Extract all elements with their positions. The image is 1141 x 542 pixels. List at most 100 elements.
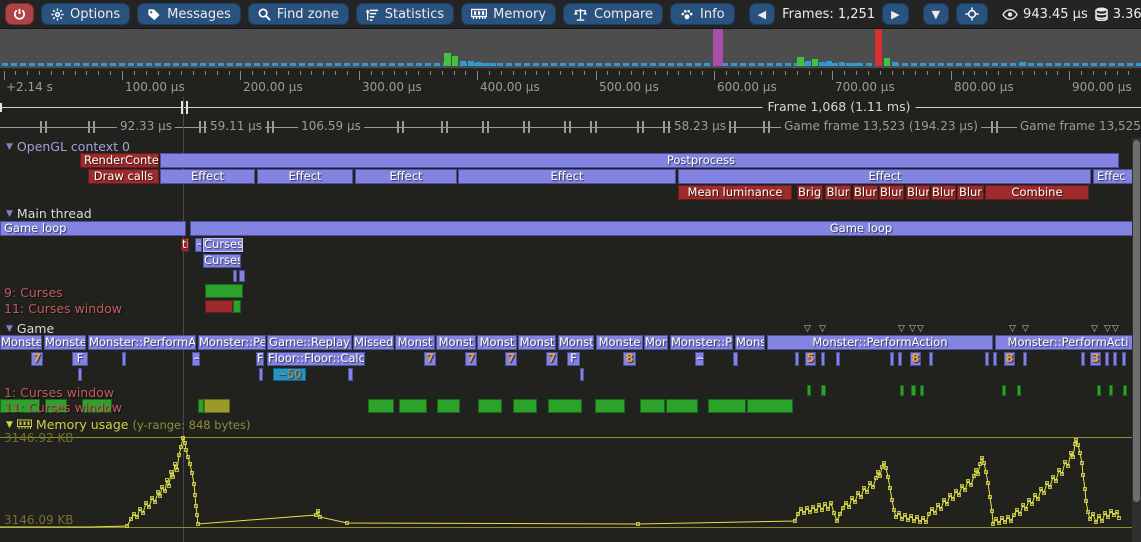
game-zones-1-zone[interactable]: Game::Replay (267, 335, 352, 350)
game-zones-2-zone[interactable]: Floor::Floor::Calc (267, 352, 365, 366)
opengl-zones-3-zone[interactable]: Combine (985, 185, 1089, 200)
message-marker-icon[interactable]: ▽ (804, 325, 811, 334)
game-lock-11-zone[interactable] (437, 399, 460, 413)
game-zones-1-zone[interactable]: Mons (735, 335, 765, 350)
game-zones-1-zone[interactable]: Monste (0, 335, 42, 350)
game-zones-2-zone[interactable] (993, 352, 997, 366)
opengl-zones-3-zone[interactable]: Blur (825, 185, 851, 200)
game-zones-2-zone[interactable] (1105, 352, 1109, 366)
memory-button[interactable]: Memory (461, 3, 556, 25)
main-zones-2-zone[interactable]: ~ (195, 238, 202, 252)
info-button[interactable]: Info (670, 3, 735, 25)
opengl-zones-2-zone[interactable]: Effect (257, 169, 353, 184)
opengl-zones-2-zone[interactable]: Effect (355, 169, 457, 184)
game-zones-2-zone[interactable]: 8 (623, 352, 636, 366)
game-zones-2-zone[interactable]: ~ (695, 352, 704, 366)
game-zones-2-zone[interactable] (733, 352, 738, 366)
game-zones-2-zone[interactable]: 7 (465, 352, 477, 366)
game-zones-1-zone[interactable]: Monster::PerformActi (995, 335, 1141, 350)
frame-time-bar[interactable] (892, 62, 898, 66)
game-zones-1-zone[interactable]: Monster::Pe (670, 335, 733, 350)
frame-marker-label[interactable]: Game frame 13,525 (1 (1017, 119, 1141, 133)
collapse-arrow-icon[interactable]: ▼ (6, 420, 13, 430)
opengl-zones-3-zone[interactable]: Blur (853, 185, 878, 200)
game-zones-3-zone[interactable] (580, 368, 584, 381)
collapse-arrow-icon[interactable]: ▼ (6, 142, 13, 152)
game-zones-2-zone[interactable]: 7 (505, 352, 517, 366)
message-marker-icon[interactable]: ▽ (898, 325, 905, 334)
thread-row-label[interactable]: 11: Curses window (4, 400, 122, 415)
game-zones-3-zone[interactable]: ~50 (273, 368, 306, 381)
options-button[interactable]: Options (41, 3, 130, 25)
game-lock-11-zone[interactable] (368, 399, 394, 413)
opengl-zones-3-zone[interactable]: Blur (957, 185, 984, 200)
frame-time-bar[interactable] (805, 61, 811, 66)
frame-separator-line[interactable] (910, 107, 1141, 108)
frame-time-bar[interactable] (812, 59, 818, 66)
game-lock-1-zone[interactable] (1002, 385, 1006, 396)
main-gameloop-zone[interactable]: Game loop (190, 221, 1141, 236)
opengl-zones-1-zone[interactable]: Postprocess (160, 153, 1119, 168)
frame-marker-label[interactable]: 58.23 µs (671, 119, 729, 133)
frame-marker-label[interactable]: 92.33 µs (117, 119, 175, 133)
frames-overview-graph[interactable] (0, 29, 1141, 69)
find-zone-button[interactable]: Find zone (248, 3, 349, 25)
go-to-frame-button[interactable]: ▼ (923, 3, 949, 25)
frame-time-bar[interactable] (468, 61, 474, 66)
frame-time-bar[interactable] (491, 63, 496, 66)
game-lock-1-zone[interactable] (920, 385, 924, 396)
frame-time-bar[interactable] (819, 62, 825, 66)
frame-time-bar[interactable] (846, 63, 851, 66)
frame-time-bar[interactable] (839, 62, 844, 66)
section-header-opengl[interactable]: ▼ OpenGL context 0 (6, 139, 130, 154)
thread-row-label[interactable]: 11: Curses window (4, 301, 122, 316)
opengl-zones-2-zone[interactable]: Effect (678, 169, 1091, 184)
messages-button[interactable]: Messages (137, 3, 241, 25)
opengl-zones-2-zone[interactable]: Draw calls (88, 169, 159, 184)
focus-frame-button[interactable] (956, 3, 988, 25)
frame-time-bar[interactable] (476, 62, 481, 66)
main-lock-9-zone[interactable] (205, 284, 243, 298)
game-lock-11-zone[interactable] (666, 399, 698, 413)
game-lock-11-zone[interactable] (640, 399, 665, 413)
game-zones-2-zone[interactable] (1122, 352, 1126, 366)
power-button[interactable] (5, 3, 34, 25)
game-zones-2-zone[interactable] (1081, 352, 1085, 366)
game-zones-2-zone[interactable] (898, 352, 902, 366)
frame-time-bar[interactable] (713, 29, 723, 66)
opengl-zones-3-zone[interactable]: Blur (906, 185, 930, 200)
game-zones-2-zone[interactable]: 3 (1090, 352, 1101, 366)
game-zones-1-zone[interactable]: Monst (518, 335, 556, 350)
opengl-zones-3-zone[interactable]: Mean luminance (678, 185, 792, 200)
opengl-zones-1-zone[interactable]: RenderConte (80, 153, 159, 168)
game-lock-1-zone[interactable] (911, 385, 916, 396)
main-zones-4-zone[interactable] (239, 270, 245, 282)
game-zones-2-zone[interactable] (985, 352, 989, 366)
main-zones-2-zone[interactable]: Curses (203, 238, 243, 252)
game-zones-1-zone[interactable]: Monst (395, 335, 435, 350)
frame-marker-label[interactable]: Game frame 13,523 (194.23 µs) (781, 119, 981, 133)
game-zones-1-zone[interactable]: Monster::PerformA (88, 335, 196, 350)
thread-row-label[interactable]: 9: Curses (4, 285, 63, 300)
message-marker-icon[interactable]: ▽ (1022, 325, 1029, 334)
frame-time-bar[interactable] (444, 53, 451, 66)
game-zones-2-zone[interactable] (929, 352, 933, 366)
frame-separator-line[interactable] (0, 107, 768, 108)
game-lock-11-zone[interactable] (548, 399, 582, 413)
game-zones-1-zone[interactable]: Monst (436, 335, 476, 350)
opengl-zones-3-zone[interactable]: Blur (879, 185, 904, 200)
game-lock-11-zone[interactable] (204, 399, 230, 413)
message-marker-icon[interactable]: ▽ (1009, 325, 1016, 334)
collapse-arrow-icon[interactable]: ▼ (6, 209, 13, 219)
main-lock-11-zone[interactable] (205, 300, 233, 313)
game-lock-1-zone[interactable] (1017, 385, 1021, 396)
game-lock-1-zone[interactable] (1109, 385, 1113, 396)
message-marker-icon[interactable]: ▽ (1091, 325, 1098, 334)
game-lock-11-zone[interactable] (478, 399, 502, 413)
main-lock-11-zone[interactable] (233, 300, 241, 313)
game-zones-1-zone[interactable]: Monster::PerformAction (767, 335, 993, 350)
game-zones-3-zone[interactable] (259, 368, 263, 381)
frame-time-bar[interactable] (1020, 62, 1026, 66)
collapse-arrow-icon[interactable]: ▼ (6, 324, 13, 334)
opengl-zones-3-zone[interactable]: Brigh (797, 185, 823, 200)
